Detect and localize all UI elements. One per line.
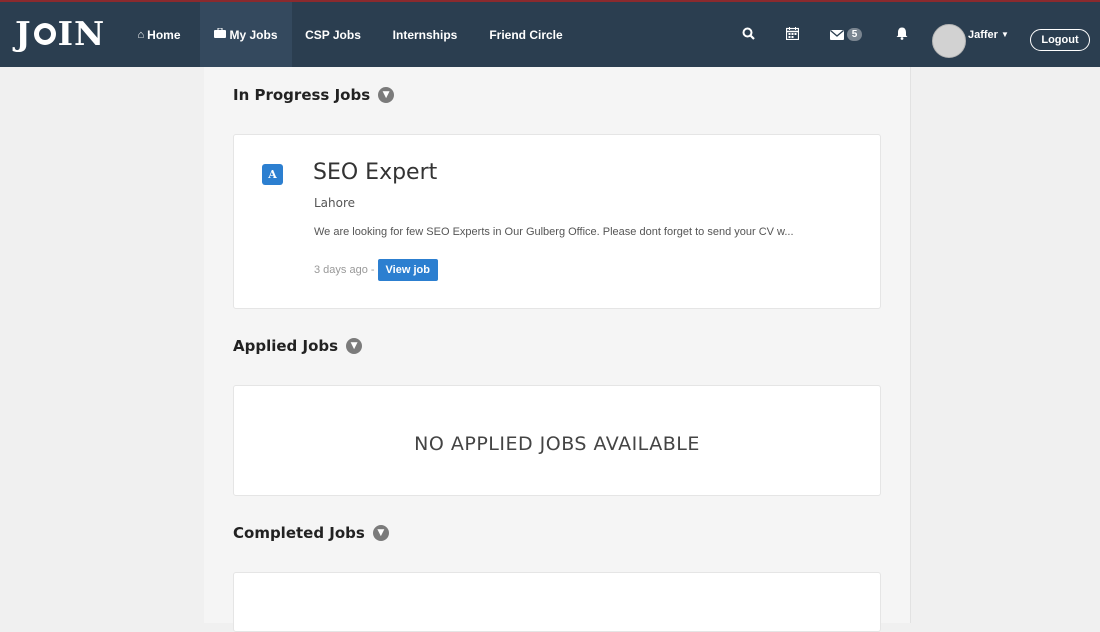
left-sidebar [8, 67, 205, 623]
messages-button[interactable]: 5 [822, 2, 870, 67]
nav-csp-jobs[interactable]: CSP Jobs [292, 2, 374, 67]
company-logo-letter: A [268, 168, 277, 181]
company-logo: A [262, 164, 283, 185]
caret-down-icon: ▼ [1000, 30, 1009, 39]
applied-jobs-card: NO APPLIED JOBS AVAILABLE [233, 385, 881, 496]
calendar-icon [785, 26, 799, 43]
in-progress-title: In Progress Jobs [233, 86, 371, 104]
job-title[interactable]: SEO Expert [313, 160, 437, 185]
notifications-button[interactable] [890, 2, 914, 67]
calendar-button[interactable] [780, 2, 804, 67]
job-posted-time: 3 days ago - [314, 264, 375, 276]
job-description: We are looking for few SEO Experts in Ou… [314, 226, 794, 238]
job-location: Lahore [314, 196, 356, 210]
logout-button[interactable]: Logout [1030, 29, 1090, 51]
nav-csp-jobs-label: CSP Jobs [305, 27, 361, 42]
top-navbar: J IN ⌂ Home My Jobs CSP Jobs Internships… [0, 0, 1100, 67]
home-icon: ⌂ [137, 28, 145, 41]
search-button[interactable] [736, 2, 760, 67]
view-job-button[interactable]: View job [377, 259, 438, 281]
job-card: A SEO Expert Lahore We are looking for f… [233, 134, 881, 309]
nav-my-jobs-label: My Jobs [229, 27, 278, 42]
applied-section-heading: Applied Jobs ▼ [233, 337, 363, 355]
nav-friend-circle[interactable]: Friend Circle [476, 2, 576, 67]
nav-friend-circle-label: Friend Circle [489, 27, 563, 42]
nav-home-label: Home [147, 27, 181, 42]
user-menu-toggle[interactable]: Jaffer ▼ [968, 2, 1024, 67]
bell-icon [896, 27, 908, 43]
job-meta: 3 days ago - View job [314, 259, 438, 281]
nav-internships-label: Internships [392, 27, 458, 42]
briefcase-icon [214, 27, 227, 41]
applied-title: Applied Jobs [233, 337, 339, 355]
nav-home[interactable]: ⌂ Home [128, 2, 190, 67]
brand-logo[interactable]: J IN [15, 13, 105, 55]
in-progress-section-heading: In Progress Jobs ▼ [233, 86, 395, 104]
user-avatar[interactable] [932, 24, 966, 58]
completed-title: Completed Jobs [233, 524, 365, 542]
main-content: In Progress Jobs ▼ A SEO Expert Lahore W… [204, 67, 911, 632]
nav-internships[interactable]: Internships [380, 2, 470, 67]
right-sidebar [911, 67, 1100, 623]
messages-count-badge: 5 [846, 28, 863, 41]
chevron-down-icon[interactable]: ▼ [372, 525, 389, 541]
user-name: Jaffer [968, 28, 998, 41]
empty-state-message: NO APPLIED JOBS AVAILABLE [414, 433, 700, 455]
chevron-down-icon[interactable]: ▼ [346, 338, 363, 354]
completed-section-heading: Completed Jobs ▼ [233, 524, 389, 542]
globe-icon [33, 23, 56, 45]
chevron-down-icon[interactable]: ▼ [378, 87, 395, 103]
logo-text-left: J [15, 14, 32, 53]
completed-jobs-card [233, 572, 881, 632]
logo-text-right: IN [57, 14, 106, 53]
envelope-icon [829, 27, 844, 43]
nav-my-jobs[interactable]: My Jobs [200, 2, 292, 67]
search-icon [742, 27, 755, 43]
